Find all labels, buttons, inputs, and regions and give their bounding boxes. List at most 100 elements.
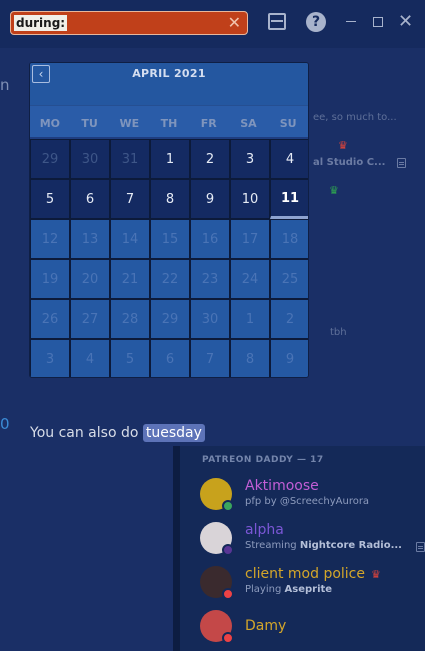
weekday-label: MO	[39, 117, 61, 130]
bg-text-fragment: tbh	[330, 327, 347, 338]
calendar-day: 21	[110, 259, 150, 299]
calendar-day: 7	[190, 339, 230, 377]
calendar-grid: 29 30 31 1 2 3 4 5 6 7 8 9 10 11 12 13 14 15 16 17 18 19 20 21 2…	[30, 139, 308, 377]
calendar-day: 4	[70, 339, 110, 377]
calendar-day[interactable]: 9	[190, 179, 230, 219]
activity-title: Nightcore Radio...	[299, 540, 402, 551]
calendar-day: 3	[30, 339, 70, 377]
calendar-day: 17	[230, 219, 270, 259]
calendar-day[interactable]: 30	[70, 139, 110, 179]
calendar-day: 18	[270, 219, 308, 259]
calendar-day: 24	[230, 259, 270, 299]
month-label: APRIL 2021	[132, 67, 206, 80]
member-list: PATREON DADDY — 17 Aktimoose pfp by @Scr…	[180, 446, 425, 651]
activity-icon	[397, 158, 406, 168]
calendar-day-today[interactable]: 11	[270, 179, 308, 219]
calendar-day[interactable]: 1	[150, 139, 190, 179]
member-name: Damy	[245, 618, 287, 634]
calendar-day[interactable]: 3	[230, 139, 270, 179]
streaming-status-icon	[222, 544, 234, 556]
calendar-day: 5	[110, 339, 150, 377]
hint-text: You can also do	[30, 425, 139, 441]
calendar-day: 30	[190, 299, 230, 339]
calendar-day[interactable]: 8	[150, 179, 190, 219]
calendar-day: 1	[230, 299, 270, 339]
calendar-day: 14	[110, 219, 150, 259]
calendar-day: 26	[30, 299, 70, 339]
member-section-header: PATREON DADDY — 17	[202, 455, 324, 465]
calendar-day: 2	[270, 299, 308, 339]
calendar-day: 13	[70, 219, 110, 259]
clear-icon[interactable]: ✕	[228, 14, 241, 32]
weekday-label: SU	[279, 117, 297, 130]
online-status-icon	[222, 500, 234, 512]
weekday-label: SA	[240, 117, 257, 130]
member-activity: pfp by @ScreechyAurora	[245, 496, 369, 507]
weekday-label: TH	[160, 117, 178, 130]
panel-divider	[173, 446, 180, 651]
activity-icon	[416, 542, 425, 552]
search-hint: You can also do tuesday	[30, 424, 205, 442]
search-filter-token[interactable]: during:	[14, 15, 68, 31]
member-name-text: client mod police	[245, 566, 365, 582]
help-icon[interactable]: ?	[306, 12, 326, 32]
date-picker-header: ‹ APRIL 2021	[30, 63, 308, 105]
calendar-day[interactable]: 10	[230, 179, 270, 219]
crown-icon: ♛	[370, 568, 381, 581]
member-activity: Playing Aseprite	[245, 584, 332, 595]
calendar-day: 29	[150, 299, 190, 339]
activity-prefix: Streaming	[245, 540, 300, 551]
maximize-icon[interactable]	[373, 17, 383, 27]
weekday-label: WE	[119, 117, 140, 130]
calendar-day: 12	[30, 219, 70, 259]
crown-icon: ♛	[338, 139, 348, 152]
calendar-day: 15	[150, 219, 190, 259]
calendar-day[interactable]: 6	[70, 179, 110, 219]
member-item[interactable]: Damy	[200, 610, 425, 650]
title-bar: during: ✕ ? ✕	[0, 0, 425, 48]
calendar-day: 16	[190, 219, 230, 259]
crown-icon: ♛	[329, 184, 339, 197]
calendar-day: 25	[270, 259, 308, 299]
calendar-day: 22	[150, 259, 190, 299]
member-name: client mod police ♛	[245, 566, 381, 582]
bg-text-fragment: ee, so much to...	[313, 112, 397, 123]
dnd-status-icon	[222, 588, 234, 600]
bg-text-fragment: al Studio C...	[313, 157, 386, 168]
close-icon[interactable]: ✕	[398, 10, 413, 34]
member-name: alpha	[245, 522, 284, 538]
weekday-label: TU	[81, 117, 98, 130]
member-activity: Streaming Nightcore Radio...	[245, 540, 402, 551]
calendar-day[interactable]: 4	[270, 139, 308, 179]
calendar-day[interactable]: 2	[190, 139, 230, 179]
activity-title: Aseprite	[284, 584, 333, 595]
calendar-day: 20	[70, 259, 110, 299]
calendar-day[interactable]: 5	[30, 179, 70, 219]
calendar-day: 19	[30, 259, 70, 299]
calendar-day[interactable]: 29	[30, 139, 70, 179]
weekday-header: MO TU WE TH FR SA SU	[30, 105, 308, 137]
bg-text-fragment: n	[0, 76, 10, 94]
weekday-label: FR	[200, 117, 217, 130]
minimize-icon[interactable]	[346, 21, 356, 22]
inbox-icon[interactable]	[268, 13, 286, 30]
calendar-day: 8	[230, 339, 270, 377]
bg-text-fragment: 0	[0, 415, 10, 433]
calendar-day: 28	[110, 299, 150, 339]
dnd-status-icon	[222, 632, 234, 644]
calendar-day: 6	[150, 339, 190, 377]
calendar-day[interactable]: 31	[110, 139, 150, 179]
activity-prefix: Playing	[245, 584, 285, 595]
calendar-day: 23	[190, 259, 230, 299]
member-name: Aktimoose	[245, 478, 319, 494]
member-item[interactable]: Aktimoose pfp by @ScreechyAurora	[200, 478, 425, 518]
calendar-day[interactable]: 7	[110, 179, 150, 219]
calendar-day: 27	[70, 299, 110, 339]
date-picker: ‹ APRIL 2021 MO TU WE TH FR SA SU 29 30 31…	[29, 62, 309, 378]
member-item[interactable]: client mod police ♛ Playing Aseprite	[200, 566, 425, 606]
search-input[interactable]: during: ✕	[10, 11, 248, 35]
calendar-day: 9	[270, 339, 308, 377]
activity-text: pfp by @ScreechyAurora	[245, 496, 370, 507]
hint-example-token[interactable]: tuesday	[142, 424, 205, 442]
member-item[interactable]: alpha Streaming Nightcore Radio...	[200, 522, 425, 562]
